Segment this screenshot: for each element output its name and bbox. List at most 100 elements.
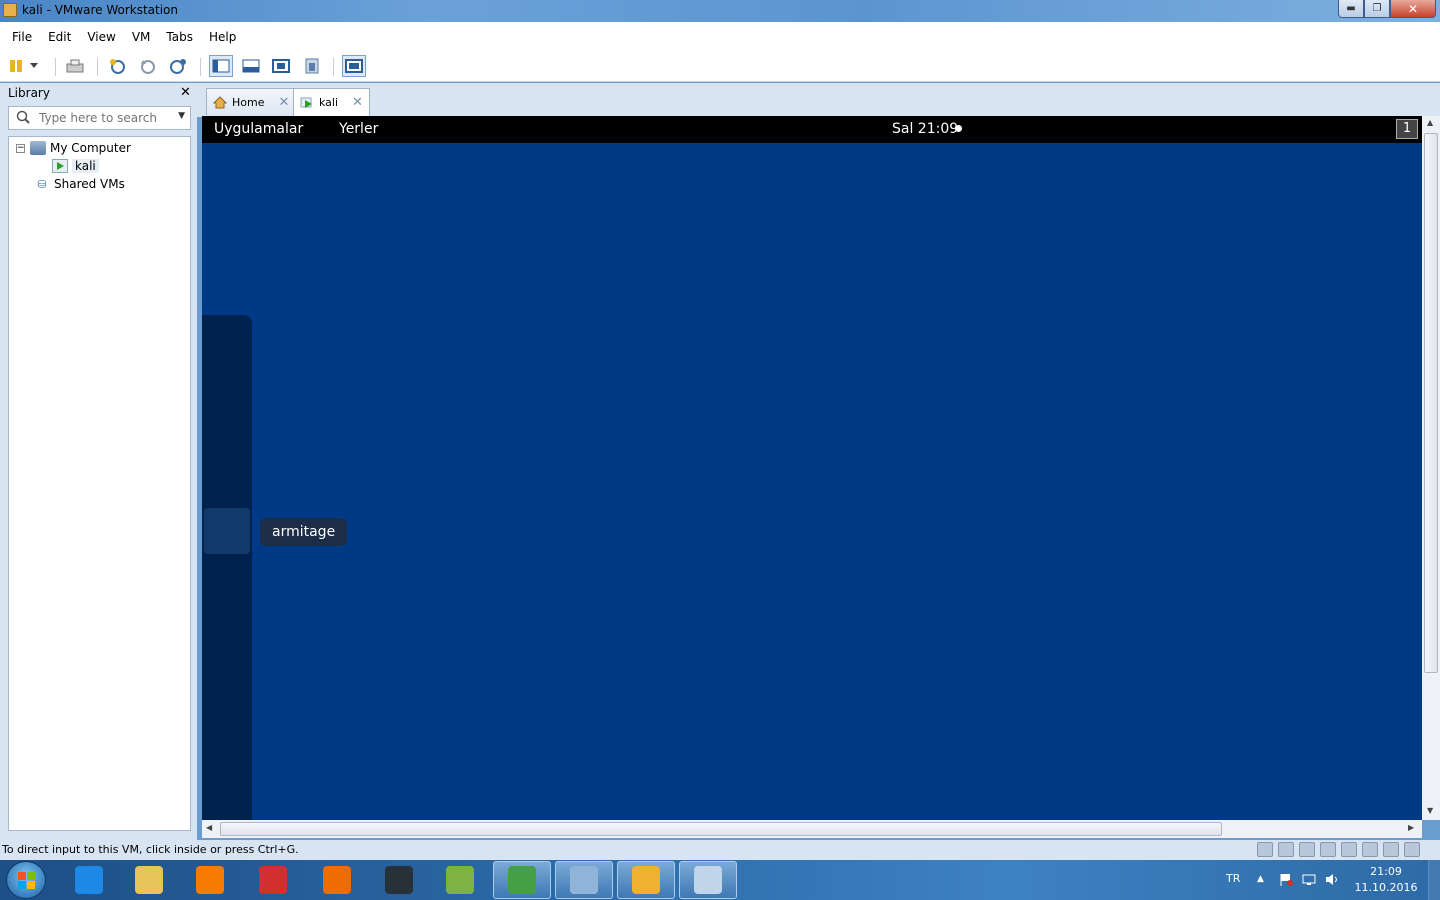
status-bar: To direct input to this VM, click inside… — [0, 840, 1440, 860]
menu-help[interactable]: Help — [201, 30, 244, 44]
scroll-left-icon[interactable]: ◀ — [206, 823, 212, 832]
gnome-clock[interactable]: Sal 21:09 — [892, 121, 958, 137]
menu-file[interactable]: File — [4, 30, 40, 44]
windows-taskbar: TR ▲ 21:09 11.10.2016 — [0, 860, 1440, 900]
workspace-indicator[interactable]: 1 — [1396, 119, 1418, 139]
notepad-app-icon — [570, 866, 598, 894]
places-menu[interactable]: Yerler — [339, 121, 378, 137]
tab-home[interactable]: Home ✕ — [206, 88, 297, 115]
sketchup-icon — [259, 866, 287, 894]
menu-vm[interactable]: VM — [124, 30, 159, 44]
horizontal-scroll-thumb[interactable] — [220, 822, 1222, 836]
horizontal-scrollbar[interactable]: ◀ ▶ — [202, 820, 1422, 838]
app-tooltip: armitage — [260, 518, 348, 546]
start-button[interactable] — [6, 861, 46, 899]
action-center-flag-icon[interactable] — [1279, 873, 1294, 886]
tab-kali[interactable]: kali ✕ — [293, 88, 370, 116]
search-icon — [16, 110, 30, 128]
network-adapter-icon[interactable] — [1299, 842, 1315, 857]
printer-icon[interactable] — [1320, 842, 1336, 857]
cd-dvd-icon[interactable] — [1278, 842, 1294, 857]
show-desktop-button[interactable] — [1428, 860, 1440, 900]
status-hint: To direct input to this VM, click inside… — [2, 843, 299, 856]
scroll-right-icon[interactable]: ▶ — [1408, 823, 1414, 832]
tab-label-home: Home — [232, 95, 265, 109]
scroll-down-icon[interactable]: ▼ — [1427, 806, 1433, 815]
search-input[interactable] — [39, 111, 169, 125]
thumbnail-view-icon[interactable] — [241, 57, 261, 75]
minimize-button[interactable]: ▬ — [1338, 0, 1364, 18]
taskbar-app-unity[interactable] — [370, 861, 428, 899]
tree-item-shared-vms[interactable]: ⛁ Shared VMs — [34, 175, 124, 193]
search-dropdown-icon[interactable]: ▼ — [178, 111, 185, 121]
taskbar-app-notepad-app[interactable] — [555, 861, 613, 899]
volume-icon[interactable] — [1325, 873, 1340, 886]
tab-bar: Home ✕ kali ✕ — [197, 83, 1440, 117]
taskbar-app-paint[interactable] — [679, 861, 737, 899]
scroll-up-icon[interactable]: ▲ — [1427, 118, 1433, 127]
window-controls: ▬ ❐ ✕ — [1338, 0, 1436, 18]
maximize-button[interactable]: ❐ — [1364, 0, 1390, 18]
internet-explorer-icon — [75, 866, 103, 894]
paint-icon — [694, 866, 722, 894]
pause-icon[interactable] — [6, 57, 26, 75]
library-close-icon[interactable]: ✕ — [180, 85, 191, 100]
unity-icon — [385, 866, 413, 894]
show-hidden-icons-icon[interactable]: ▲ — [1257, 874, 1264, 884]
vertical-scrollbar[interactable]: ▲ ▼ — [1422, 116, 1440, 820]
message-log-icon[interactable] — [1404, 842, 1420, 857]
windows-logo-icon — [18, 872, 35, 889]
shared-vms-icon: ⛁ — [37, 177, 47, 191]
unity-icon[interactable] — [302, 57, 322, 75]
media-player-icon — [196, 866, 224, 894]
taskbar-app-internet-explorer[interactable] — [60, 861, 118, 899]
applications-menu[interactable]: Uygulamalar — [214, 121, 303, 137]
toolbar — [0, 52, 1440, 82]
taskbar-app-blender[interactable] — [308, 861, 366, 899]
vmware-app-icon[interactable] — [3, 3, 17, 17]
full-screen-icon[interactable] — [271, 57, 291, 75]
menu-view[interactable]: View — [79, 30, 123, 44]
dropdown-arrow-icon[interactable] — [27, 57, 41, 75]
vertical-scroll-thumb[interactable] — [1424, 133, 1438, 673]
display-icon[interactable] — [1383, 842, 1399, 857]
snapshot-revert-icon[interactable] — [138, 57, 158, 75]
console-view-icon[interactable] — [209, 55, 233, 77]
close-button[interactable]: ✕ — [1390, 0, 1436, 18]
taskbar-app-file-explorer[interactable] — [120, 861, 178, 899]
taskbar-app-android-studio[interactable] — [431, 861, 489, 899]
menu-edit[interactable]: Edit — [40, 30, 79, 44]
taskbar-app-chrome[interactable] — [493, 861, 551, 899]
taskbar-clock[interactable]: 21:09 11.10.2016 — [1352, 864, 1420, 896]
gnome-top-panel: Uygulamalar Yerler Sal 21:09 — [202, 116, 1422, 143]
menu-tabs[interactable]: Tabs — [158, 30, 201, 44]
tab-close-icon[interactable]: ✕ — [278, 95, 289, 110]
window-title: kali - VMware Workstation — [22, 3, 178, 17]
toolbar-separator — [333, 58, 334, 76]
language-indicator[interactable]: TR — [1226, 872, 1240, 885]
collapse-icon[interactable]: − — [16, 143, 25, 153]
tree-item-my-computer[interactable]: − My Computer — [16, 139, 131, 157]
snapshot-take-icon[interactable] — [108, 57, 128, 75]
library-search[interactable]: ▼ — [8, 106, 191, 130]
vm-screen[interactable]: Uygulamalar Yerler Sal 21:09 armitage — [202, 116, 1422, 820]
notification-dot-icon — [955, 125, 962, 132]
tab-label-kali: kali — [319, 96, 339, 109]
taskbar-app-media-player[interactable] — [181, 861, 239, 899]
tree-item-kali[interactable]: kali — [52, 157, 99, 175]
taskbar-app-sketchup[interactable] — [244, 861, 302, 899]
snapshot-manager-icon[interactable] — [168, 57, 188, 75]
tab-close-icon[interactable]: ✕ — [352, 95, 363, 110]
hard-disk-icon[interactable] — [1257, 842, 1273, 857]
dash-app-armitage[interactable] — [204, 508, 250, 554]
stretch-guest-icon[interactable] — [342, 55, 366, 77]
clock-date: 11.10.2016 — [1354, 881, 1418, 894]
usb-icon[interactable] — [1341, 842, 1357, 857]
taskbar-app-vmware-workstation[interactable] — [617, 861, 675, 899]
library-tree: − My Computer kali ⛁ Shared VMs — [8, 136, 191, 831]
sound-card-icon[interactable] — [1362, 842, 1378, 857]
send-keys-icon[interactable] — [65, 57, 85, 75]
network-icon[interactable] — [1302, 873, 1317, 886]
vmware-workstation-icon — [632, 866, 660, 894]
toolbar-separator — [55, 58, 56, 76]
